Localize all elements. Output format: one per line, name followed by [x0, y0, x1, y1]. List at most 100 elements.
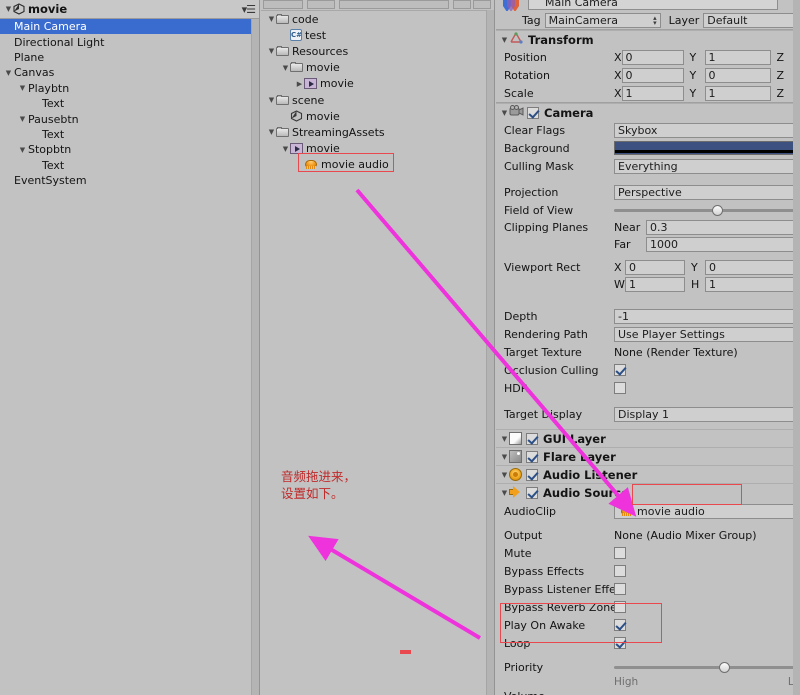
- inspector-scrollbar[interactable]: [793, 0, 800, 695]
- inspector-panel: Main Camera Tag MainCamera ▴▾ Layer Defa…: [496, 0, 800, 695]
- options-menu-icon[interactable]: ▾☰: [242, 3, 255, 16]
- loop-checkbox[interactable]: [614, 637, 626, 649]
- object-name-input[interactable]: Main Camera: [528, 0, 778, 10]
- hierarchy-scrollbar[interactable]: [251, 19, 259, 695]
- hierarchy-item-directional-light[interactable]: ▼Directional Light: [0, 34, 259, 49]
- project-toolbar-button-mid[interactable]: [307, 0, 335, 9]
- rendering-path-dropdown[interactable]: Use Player Settings: [614, 327, 798, 342]
- foldout-icon[interactable]: ▼: [18, 84, 27, 92]
- mute-checkbox[interactable]: [614, 547, 626, 559]
- project-filter-button[interactable]: [453, 0, 471, 9]
- component-header-transform[interactable]: ▼ Transform: [496, 30, 800, 48]
- output-value[interactable]: None (Audio Mixer Group): [614, 529, 798, 542]
- component-header-flare-layer[interactable]: ▼Flare Layer: [496, 447, 800, 465]
- foldout-icon[interactable]: ▼: [18, 115, 27, 123]
- project-item-streamingassets[interactable]: ▼StreamingAssets: [261, 124, 494, 140]
- priority-label: Priority: [504, 661, 614, 674]
- hierarchy-item-main-camera[interactable]: ▼Main Camera: [0, 19, 259, 34]
- component-header-audio-source[interactable]: ▼ Audio Source: [496, 483, 800, 501]
- project-item-resources[interactable]: ▼Resources: [261, 43, 494, 59]
- background-color-swatch[interactable]: [614, 141, 798, 155]
- transform-rotation-x-input[interactable]: 0: [622, 68, 684, 83]
- viewport-w-input[interactable]: 1: [625, 277, 685, 292]
- flare-layer-enabled-checkbox[interactable]: [526, 451, 538, 463]
- hierarchy-item-playbtn[interactable]: ▼Playbtn: [0, 81, 259, 96]
- priority-slider-knob[interactable]: [719, 662, 730, 673]
- viewport-y-input[interactable]: 0: [705, 260, 798, 275]
- project-scrollbar[interactable]: [486, 10, 494, 695]
- bypass-reverb-checkbox[interactable]: [614, 601, 626, 613]
- tag-dropdown[interactable]: MainCamera ▴▾: [545, 13, 661, 28]
- bypass-effects-checkbox[interactable]: [614, 565, 626, 577]
- audio-listener-enabled-checkbox[interactable]: [526, 469, 538, 481]
- occlusion-culling-checkbox[interactable]: [614, 364, 626, 376]
- near-input[interactable]: 0.3: [646, 220, 798, 235]
- project-item-movie[interactable]: ▼movie: [261, 141, 494, 157]
- component-header-camera[interactable]: ▼ Camera: [496, 103, 800, 121]
- hdr-checkbox[interactable]: [614, 382, 626, 394]
- hierarchy-item-text[interactable]: ▼Text: [0, 158, 259, 173]
- hierarchy-item-pausebtn[interactable]: ▼Pausebtn: [0, 111, 259, 126]
- viewport-rect-label: Viewport Rect: [504, 261, 614, 274]
- project-item-movie[interactable]: ▼movie: [261, 108, 494, 124]
- volume-slider[interactable]: [614, 689, 800, 695]
- unity-scene-icon: [13, 3, 25, 15]
- hierarchy-item-text[interactable]: ▼Text: [0, 127, 259, 142]
- hierarchy-item-stopbtn[interactable]: ▼Stopbtn: [0, 142, 259, 157]
- hierarchy-root-foldout-icon[interactable]: ▼: [4, 5, 13, 13]
- priority-slider[interactable]: [614, 660, 800, 675]
- camera-foldout-icon[interactable]: ▼: [500, 109, 509, 117]
- foldout-icon[interactable]: ▼: [267, 128, 276, 136]
- project-item-code[interactable]: ▼code: [261, 11, 494, 27]
- hierarchy-item-canvas[interactable]: ▼Canvas: [0, 65, 259, 80]
- foldout-icon[interactable]: ▼: [18, 146, 27, 154]
- layer-dropdown[interactable]: Default: [703, 13, 797, 28]
- foldout-icon[interactable]: ▼: [267, 15, 276, 23]
- viewport-x-input[interactable]: 0: [625, 260, 685, 275]
- foldout-icon[interactable]: ▶: [295, 80, 304, 88]
- far-input[interactable]: 1000: [646, 237, 798, 252]
- component-header-gui-layer[interactable]: ▼GUI Layer: [496, 429, 800, 447]
- play-on-awake-checkbox[interactable]: [614, 619, 626, 631]
- camera-enabled-checkbox[interactable]: [527, 107, 539, 119]
- culling-mask-dropdown[interactable]: Everything: [614, 159, 798, 174]
- transform-rotation-y-input[interactable]: 0: [705, 68, 771, 83]
- fov-slider-knob[interactable]: [712, 205, 723, 216]
- projection-dropdown[interactable]: Perspective: [614, 185, 798, 200]
- output-label: Output: [504, 529, 614, 542]
- project-item-scene[interactable]: ▼scene: [261, 92, 494, 108]
- project-item-test[interactable]: ▼C#test: [261, 27, 494, 43]
- transform-scale-x-input[interactable]: 1: [622, 86, 684, 101]
- audio-source-enabled-checkbox[interactable]: [526, 487, 538, 499]
- foldout-spacer: ▼: [295, 161, 304, 169]
- foldout-icon[interactable]: ▼: [281, 64, 290, 72]
- depth-input[interactable]: -1: [614, 309, 798, 324]
- target-display-dropdown[interactable]: Display 1: [614, 407, 798, 422]
- transform-position-y-input[interactable]: 1: [705, 50, 771, 65]
- hierarchy-item-text[interactable]: ▼Text: [0, 96, 259, 111]
- hierarchy-item-plane[interactable]: ▼Plane: [0, 50, 259, 65]
- hierarchy-item-eventsystem[interactable]: ▼EventSystem: [0, 173, 259, 188]
- gui-layer-enabled-checkbox[interactable]: [526, 433, 538, 445]
- bypass-listener-checkbox[interactable]: [614, 583, 626, 595]
- project-toolbar-button-left[interactable]: [263, 0, 303, 9]
- fov-slider[interactable]: [614, 203, 798, 218]
- transform-foldout-icon[interactable]: ▼: [500, 36, 509, 44]
- clear-flags-dropdown[interactable]: Skybox: [614, 123, 798, 138]
- project-item-movie[interactable]: ▼movie: [261, 60, 494, 76]
- viewport-h-input[interactable]: 1: [705, 277, 798, 292]
- project-item-movie-audio[interactable]: ▼movie audio: [261, 157, 494, 173]
- foldout-icon[interactable]: ▼: [267, 96, 276, 104]
- foldout-icon[interactable]: ▼: [281, 145, 290, 153]
- project-item-movie[interactable]: ▶movie: [261, 76, 494, 92]
- project-label-filter-button[interactable]: [473, 0, 491, 9]
- component-header-audio-listener[interactable]: ▼Audio Listener: [496, 465, 800, 483]
- transform-position-x-input[interactable]: 0: [622, 50, 684, 65]
- audio-source-foldout-icon[interactable]: ▼: [500, 489, 509, 497]
- target-texture-value[interactable]: None (Render Texture): [614, 346, 798, 359]
- foldout-icon[interactable]: ▼: [4, 69, 13, 77]
- audioclip-object-field[interactable]: movie audio: [614, 504, 798, 519]
- project-search-input[interactable]: [339, 0, 449, 9]
- foldout-icon[interactable]: ▼: [267, 47, 276, 55]
- transform-scale-y-input[interactable]: 1: [705, 86, 771, 101]
